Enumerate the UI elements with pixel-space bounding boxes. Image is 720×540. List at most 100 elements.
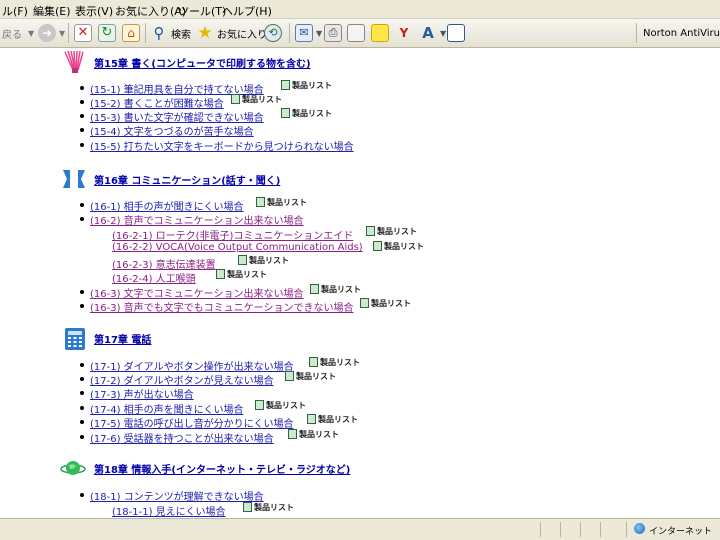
edit-button[interactable]: [347, 22, 368, 44]
book-icon: [360, 298, 369, 308]
back-button[interactable]: 戻る ▼: [2, 22, 34, 44]
list-item-17-2[interactable]: (17-2) ダイアルやボタンが見えない場合: [90, 372, 274, 387]
list-item-15-4[interactable]: (15-4) 文字をつづるのが苦手な場合: [90, 123, 254, 138]
book-icon: [310, 284, 319, 294]
product-list-link[interactable]: 製品リスト: [231, 93, 282, 105]
menu-edit[interactable]: 編集(E): [33, 3, 71, 19]
list-item-18-1-1[interactable]: (18-1-1) 見えにくい場合: [112, 503, 225, 518]
menu-help[interactable]: ヘルプ(H): [222, 3, 272, 19]
home-button[interactable]: ⌂: [122, 22, 143, 44]
font-size-button[interactable]: A ▼: [419, 22, 446, 44]
back-label: 戻る: [2, 29, 22, 41]
product-list-link[interactable]: 製品リスト: [288, 428, 339, 440]
chapter-17-title[interactable]: 第17章 電話: [94, 331, 151, 346]
menu-file[interactable]: ル(F): [2, 3, 28, 19]
document-icon: [347, 24, 365, 42]
messenger-button[interactable]: Y: [395, 22, 416, 44]
book-icon: [216, 269, 225, 279]
book-icon: [231, 94, 240, 104]
product-list-link[interactable]: 製品リスト: [373, 240, 424, 252]
menu-bar: ル(F) 編集(E) 表示(V) お気に入り(A) ツール(T) ヘルプ(H): [0, 0, 720, 19]
list-item-16-1[interactable]: (16-1) 相手の声が聞きにくい場合: [90, 198, 243, 213]
stop-button[interactable]: ✕: [74, 22, 95, 44]
list-item-17-1[interactable]: (17-1) ダイアルやボタン操作が出来ない場合: [90, 358, 294, 373]
messenger-icon: Y: [399, 26, 409, 40]
book-icon: [243, 502, 252, 512]
product-list-link[interactable]: 製品リスト: [255, 399, 306, 411]
internet-zone-label: インターネット: [649, 527, 713, 537]
globe-icon: [60, 461, 86, 475]
list-item-15-2[interactable]: (15-2) 書くことが困難な場合: [90, 95, 224, 110]
history-icon: ⟲: [264, 24, 282, 42]
book-icon: [288, 429, 297, 439]
research-button[interactable]: [447, 22, 468, 44]
favorites-button[interactable]: ★ お気に入り: [196, 22, 267, 44]
product-list-link[interactable]: 製品リスト: [285, 370, 336, 382]
list-item-15-5[interactable]: (15-5) 打ちたい文字をキーボードから見つけられない場合: [90, 138, 354, 153]
dropdown-arrow-icon[interactable]: ▼: [59, 29, 65, 38]
chapter-16-title[interactable]: 第16章 コミュニケーション(話す・聞く): [94, 172, 280, 187]
menu-tools[interactable]: ツール(T): [178, 3, 226, 19]
book-icon: [255, 400, 264, 410]
stop-icon: ✕: [74, 24, 92, 42]
product-list-link[interactable]: 製品リスト: [281, 79, 332, 91]
product-list-link[interactable]: 製品リスト: [307, 413, 358, 425]
list-item-16-3[interactable]: (16-3) 文字でコミュニケーション出来ない場合: [90, 285, 303, 300]
history-button[interactable]: ⟲: [264, 22, 285, 44]
toolbar: 戻る ▼ ➔ ▼ ✕ ↻ ⌂ ⚲ 検索 ★ お気に入り ⟲ ✉ ▼ ⎙ Y A: [0, 19, 720, 48]
refresh-button[interactable]: ↻: [98, 22, 119, 44]
search-button[interactable]: ⚲ 検索: [150, 22, 192, 44]
notes-button[interactable]: [371, 22, 392, 44]
book-icon: [366, 226, 375, 236]
mail-icon: ✉: [295, 24, 313, 42]
dropdown-arrow-icon[interactable]: ▼: [28, 29, 34, 38]
product-list-link[interactable]: 製品リスト: [243, 501, 294, 513]
norton-label: Norton AntiVirus: [643, 27, 720, 39]
dropdown-arrow-icon[interactable]: ▼: [440, 29, 446, 38]
product-list-link[interactable]: 製品リスト: [309, 356, 360, 368]
product-list-link[interactable]: 製品リスト: [281, 107, 332, 119]
home-icon: ⌂: [122, 24, 140, 42]
forward-button[interactable]: ➔ ▼: [38, 22, 65, 44]
chapter-15-title[interactable]: 第15章 書く(コンピュータで印刷する物を含む): [94, 55, 311, 70]
menu-favorites[interactable]: お気に入り(A): [115, 3, 186, 19]
product-list-link[interactable]: 製品リスト: [256, 196, 307, 208]
book-icon: [309, 357, 318, 367]
product-list-link[interactable]: 製品リスト: [360, 297, 411, 309]
dropdown-arrow-icon[interactable]: ▼: [316, 29, 322, 38]
menu-view[interactable]: 表示(V): [75, 3, 113, 19]
product-list-link[interactable]: 製品リスト: [216, 268, 267, 280]
book-icon: [256, 197, 265, 207]
book-icon: [238, 255, 247, 265]
book-icon: [281, 80, 290, 90]
page-content: 第15章 書く(コンピュータで印刷する物を含む) (15-1) 筆記用具を自分で…: [0, 48, 720, 518]
product-list-link[interactable]: 製品リスト: [366, 225, 417, 237]
list-item-16-2[interactable]: (16-2) 音声でコミュニケーション出来ない場合: [90, 212, 303, 227]
list-item-17-4[interactable]: (17-4) 相手の声を聞きにくい場合: [90, 401, 243, 416]
printer-icon: ⎙: [324, 24, 342, 42]
phone-icon: [65, 328, 85, 350]
list-item-15-3[interactable]: (15-3) 書いた文字が確認できない場合: [90, 109, 264, 124]
list-item-17-3[interactable]: (17-3) 声が出ない場合: [90, 386, 194, 401]
book-icon: [307, 414, 316, 424]
norton-antivirus-button[interactable]: Norton AntiVirus: [643, 22, 720, 44]
list-item-17-5[interactable]: (17-5) 電話の呼び出し音が分かりにくい場合: [90, 415, 293, 430]
print-button[interactable]: ⎙: [324, 22, 345, 44]
favorites-label: お気に入り: [217, 29, 267, 41]
book-icon: [285, 371, 294, 381]
product-list-link[interactable]: 製品リスト: [310, 283, 361, 295]
list-item-18-1[interactable]: (18-1) コンテンツが理解できない場合: [90, 488, 264, 503]
search-label: 検索: [171, 29, 191, 41]
mail-button[interactable]: ✉ ▼: [295, 22, 322, 44]
list-item-16-2-2[interactable]: (16-2-2) VOCA(Voice Output Communication…: [112, 242, 363, 253]
chapter-18-title[interactable]: 第18章 情報入手(インターネット・テレビ・ラジオなど): [94, 461, 350, 476]
note-icon: [371, 24, 389, 42]
list-item-16-2-1[interactable]: (16-2-1) ローテク(非電子)コミュニケーションエイド: [112, 227, 353, 242]
book-icon: [373, 241, 382, 251]
list-item-17-6[interactable]: (17-6) 受話器を持つことが出来ない場合: [90, 430, 274, 445]
star-icon: ★: [197, 23, 213, 43]
list-item-16-3b[interactable]: (16-3) 音声でも文字でもコミュニケーションできない場合: [90, 299, 353, 314]
list-item-16-2-3[interactable]: (16-2-3) 意志伝達装置: [112, 256, 216, 271]
list-item-16-2-4[interactable]: (16-2-4) 人工喉頭: [112, 270, 196, 285]
product-list-link[interactable]: 製品リスト: [238, 254, 289, 266]
